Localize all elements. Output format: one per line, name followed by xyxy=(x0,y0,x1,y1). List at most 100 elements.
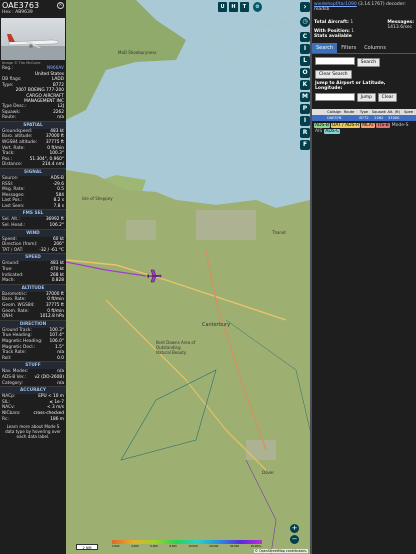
info-text: Learn more about Mode S data type by hov… xyxy=(5,424,61,440)
info-label[interactable]: Rc: xyxy=(2,417,9,423)
strip-button-c[interactable]: C xyxy=(300,32,310,42)
table-cell: B772 xyxy=(359,116,369,120)
info-label[interactable]: TAT / OAT: xyxy=(2,248,23,254)
section-title: WIND xyxy=(0,229,66,237)
info-label[interactable]: Mach: xyxy=(2,278,15,284)
airplane-photo-image xyxy=(1,34,65,60)
jump-label: Jump to Airport or Latitude, Longitude: xyxy=(315,80,386,91)
map-view[interactable]: MoD Shoeburyness Isle of Sheppey Canterb… xyxy=(66,0,310,554)
info-value: 106.2° xyxy=(49,223,64,229)
scale-bar: 2 NM xyxy=(76,544,98,550)
tab-search[interactable]: Search xyxy=(312,43,338,53)
tab-filters[interactable]: Filters xyxy=(337,43,360,53)
source-badge: ADS-C xyxy=(324,129,341,134)
info-label[interactable]: Roll: xyxy=(2,356,11,362)
source-badge: UAT / ADS-R xyxy=(330,123,361,128)
strip-button-f[interactable]: F xyxy=(300,140,310,150)
search-input[interactable] xyxy=(315,57,355,65)
section-title: SPATIAL xyxy=(0,121,66,129)
jump-button[interactable]: Jump xyxy=(356,93,377,102)
strip-button-o[interactable]: O xyxy=(300,68,310,78)
tab-columns[interactable]: Columns xyxy=(360,43,390,53)
toggle-sidebar-chevron-right-icon[interactable]: › xyxy=(300,2,310,12)
info-label[interactable]: Last Seen: xyxy=(2,204,25,210)
section-direction: DIRECTION Ground Track: 100.3° True Heading… xyxy=(0,319,66,362)
strip-button-i[interactable]: I xyxy=(300,44,310,54)
info-value: 0.828 xyxy=(51,278,64,284)
source-badge: MLAT xyxy=(361,123,376,128)
callsign[interactable]: OAE3763 xyxy=(2,1,64,10)
altitude-colorbar xyxy=(112,540,262,544)
map-button-strip: › ◷ CILOKMPIRF xyxy=(299,0,312,554)
clear-button[interactable]: Clear xyxy=(377,93,398,102)
section-stuff: STUFF Nav. Modes: n/a ADS-B Ver.: v2 (DO-260… xyxy=(0,361,66,386)
search-button[interactable]: Search xyxy=(356,57,381,67)
table-cell: 37000 xyxy=(388,116,400,120)
route-value: n/a xyxy=(57,115,64,121)
flag-icon xyxy=(312,115,327,121)
section-speed: SPEED Ground: 483 kt True: 470 kt Indicated: 2… xyxy=(0,253,66,283)
section-wind: WIND Speed: 60 kt Direction (from): 206° TAT … xyxy=(0,228,66,254)
source-legend: ADS-B UAT / ADS-R MLAT TIS-B Mode-S AIS ADS-C xyxy=(312,121,416,136)
button-t[interactable]: T xyxy=(240,2,249,12)
strip-button-p[interactable]: P xyxy=(300,104,310,114)
close-icon[interactable]: × xyxy=(57,2,64,9)
section-signal: SIGNAL Source: ADS-B RSSI: -29.6 Msg. Rate: 0.… xyxy=(0,167,66,210)
colorbar-tick: 4,000 xyxy=(131,545,139,548)
colorbar-tick: 20,000 xyxy=(209,545,219,548)
source-badge: AIS xyxy=(314,129,324,134)
info-label[interactable]: Distance: xyxy=(2,162,22,168)
airplane-marker-icon[interactable] xyxy=(146,268,162,284)
settings-gear-icon[interactable]: ⚙ xyxy=(253,2,262,12)
strip-button-i[interactable]: I xyxy=(300,116,310,126)
info-value: 0.0 xyxy=(57,355,64,361)
hex-code: Hex : AB9639 xyxy=(2,10,33,15)
source-badge: Mode-S xyxy=(390,123,410,128)
message-rate: 1413.6/sec xyxy=(387,25,413,30)
clear-search-button[interactable]: Clear Search xyxy=(315,69,352,79)
colorbar-tick: 2,000 xyxy=(112,545,120,548)
map-label-shoeburyness: MoD Shoeburyness xyxy=(118,50,157,55)
version-line: wiedehopf/tar1090 (3.14.1767) decoder: r… xyxy=(314,2,406,12)
zoom-out-button[interactable]: − xyxy=(290,535,299,544)
table-cell xyxy=(342,115,357,121)
map-label-kent-downs: Kent Downs Area of Outstanding Natural B… xyxy=(156,340,196,355)
colorbar-tick: 6,000 xyxy=(150,545,158,548)
table-row[interactable]: OAE3763 B772 2262 37000 xyxy=(312,115,416,121)
info-value: 186 m xyxy=(50,416,64,422)
button-h[interactable]: H xyxy=(229,2,238,12)
button-u[interactable]: U xyxy=(218,2,227,12)
map-label-sheppey: Isle of Sheppey xyxy=(82,196,113,201)
info-value: n/a xyxy=(57,380,64,386)
info-label[interactable]: Category: xyxy=(2,381,23,387)
info-sections: SPATIAL Groundspeed: 483 kt Baro. altitude:… xyxy=(0,120,66,422)
source-badge: TIS-B xyxy=(376,123,390,128)
info-label[interactable]: QNH: xyxy=(2,314,13,320)
info-value: 7.8 s xyxy=(53,203,64,209)
infoblock-panel: OAE3763 Hex : AB9639 × Image © Tim McGui… xyxy=(0,0,66,554)
total-aircraft: 1 xyxy=(350,20,354,25)
table-cell: 2262 xyxy=(374,116,384,120)
strip-button-r[interactable]: R xyxy=(300,128,310,138)
info-label[interactable]: Sel. Head.: xyxy=(2,223,25,229)
stats-available[interactable]: Stats available xyxy=(314,34,352,39)
strip-button-l[interactable]: L xyxy=(300,56,310,66)
section-fms-sel: FMS SEL Sel. Alt.: 36992 ft Sel. Head.: 106.… xyxy=(0,209,66,228)
jump-input[interactable] xyxy=(315,92,355,101)
info-value: -32 / -61 °C xyxy=(39,247,64,253)
colorbar-tick: 30,000 xyxy=(229,545,240,548)
table-cell xyxy=(401,115,416,121)
map-label-canterbury: Canterbury xyxy=(202,322,231,328)
strip-button-m[interactable]: M xyxy=(300,92,310,102)
strip-button-k[interactable]: K xyxy=(300,80,310,90)
map-label-thanet: Thanet xyxy=(272,230,286,235)
section-accuracy: ACCURACY NACp: EPU < 10 m SIL: ≤ 1e-7 NACv: < … xyxy=(0,386,66,422)
owner-value: CARGO AIRCRAFT MANAGEMENT INC xyxy=(24,93,64,104)
history-clock-icon[interactable]: ◷ xyxy=(300,17,310,27)
aircraft-photo[interactable] xyxy=(1,18,65,60)
stats-block: Total Aircraft: 1 With Position: 1 Stats… xyxy=(314,20,414,39)
section-title: ALTITUDE xyxy=(0,284,66,292)
aircraft-list-panel: wiedehopf/tar1090 (3.14.1767) decoder: r… xyxy=(312,0,416,554)
section-altitude: ALTITUDE Barometric: 37000 ft Baro. Rate: 0 … xyxy=(0,283,66,320)
zoom-in-button[interactable]: + xyxy=(290,524,299,533)
